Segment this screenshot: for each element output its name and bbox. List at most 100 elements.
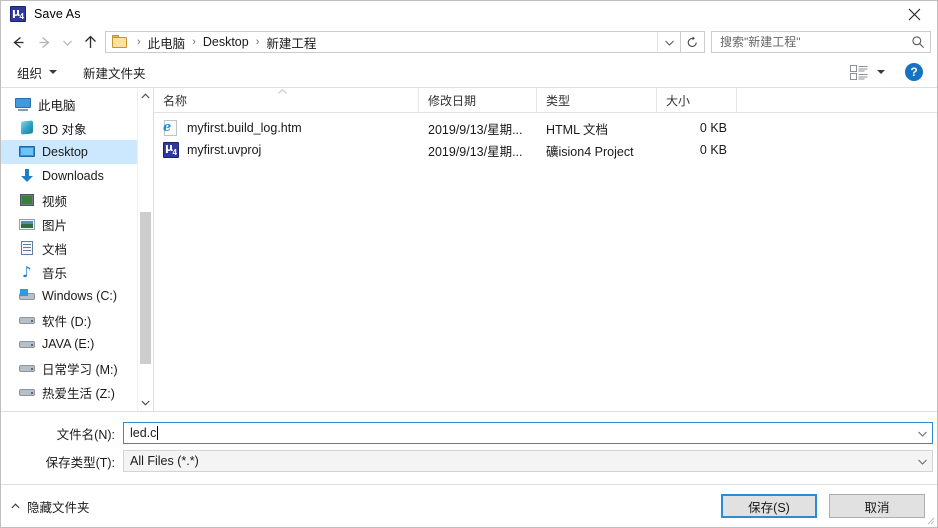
refresh-icon bbox=[687, 35, 697, 47]
pictures-icon bbox=[19, 216, 35, 232]
sort-ascending-icon bbox=[278, 89, 287, 94]
sidebar-item-4[interactable]: 视频 bbox=[1, 188, 153, 212]
new-folder-button[interactable]: 新建文件夹 bbox=[77, 60, 152, 85]
view-layout-button[interactable] bbox=[846, 63, 889, 82]
column-header-size-label: 大小 bbox=[666, 93, 691, 108]
search-box[interactable] bbox=[711, 31, 931, 53]
sidebar-item-12[interactable]: 热爱生活 (Z:) bbox=[1, 380, 153, 404]
column-header-name[interactable]: 名称 bbox=[154, 88, 419, 112]
up-arrow-icon bbox=[84, 35, 96, 48]
sidebar-item-0[interactable]: 此电脑 bbox=[1, 92, 153, 116]
file-size-cell: 0 KB bbox=[699, 121, 727, 135]
filename-input[interactable]: led.c bbox=[124, 426, 912, 440]
filetype-row: 保存类型(T): All Files (*.*) bbox=[1, 450, 937, 472]
sidebar-scrollbar[interactable] bbox=[137, 88, 153, 411]
table-row[interactable]: e myfirst.build_log.htm 2019/9/13/星期... HTM… bbox=[154, 117, 937, 139]
column-header-name-label: 名称 bbox=[163, 93, 188, 108]
desktop-icon bbox=[19, 144, 35, 160]
up-button[interactable] bbox=[77, 29, 103, 55]
list-view-icon bbox=[850, 64, 868, 80]
file-name-cell: e myfirst.build_log.htm bbox=[154, 120, 419, 136]
sidebar-item-11[interactable]: 日常学习 (M:) bbox=[1, 356, 153, 380]
sidebar-item-label: 3D 对象 bbox=[42, 122, 87, 137]
breadcrumb-item-2[interactable]: 新建工程 bbox=[264, 33, 318, 52]
column-headers: 名称 修改日期 类型 大小 bbox=[154, 88, 937, 113]
sidebar-item-label: 日常学习 (M:) bbox=[42, 362, 118, 377]
column-header-size[interactable]: 大小 bbox=[657, 88, 737, 112]
file-date-cell: 2019/9/13/星期... bbox=[428, 144, 523, 159]
drive-icon bbox=[19, 336, 35, 352]
chevron-down-icon bbox=[141, 400, 150, 406]
breadcrumb-item-0[interactable]: 此电脑 bbox=[146, 33, 188, 52]
sidebar-item-10[interactable]: JAVA (E:) bbox=[1, 332, 153, 356]
resize-grip-icon[interactable] bbox=[925, 515, 935, 525]
back-button[interactable] bbox=[5, 29, 31, 55]
dialog-content: 此电脑 3D 对象 Desktop Downloads 视频 图片文档 ♪ 音乐 Windows… bbox=[1, 88, 937, 412]
sidebar-item-7[interactable]: ♪ 音乐 bbox=[1, 260, 153, 284]
file-type-cell: HTML 文档 bbox=[546, 122, 609, 137]
cancel-button[interactable]: 取消 bbox=[829, 494, 925, 518]
filename-row: 文件名(N): led.c bbox=[1, 422, 937, 444]
drive-icon bbox=[19, 384, 35, 400]
breadcrumb-separator: › bbox=[255, 36, 260, 48]
sidebar-item-9[interactable]: 软件 (D:) bbox=[1, 308, 153, 332]
windows-drive-icon bbox=[19, 288, 35, 304]
filetype-dropdown-button[interactable] bbox=[912, 456, 932, 467]
music-icon: ♪ bbox=[22, 263, 32, 281]
filename-dropdown-button[interactable] bbox=[912, 428, 932, 439]
sidebar-item-label: Windows (C:) bbox=[42, 289, 118, 303]
file-rows: e myfirst.build_log.htm 2019/9/13/星期... HTM… bbox=[154, 113, 937, 161]
chevron-down-icon bbox=[49, 70, 58, 74]
back-arrow-icon bbox=[12, 36, 23, 48]
forward-arrow-icon bbox=[39, 36, 50, 48]
file-type-cell: 礦ision4 Project bbox=[546, 144, 634, 159]
navigation-sidebar: 此电脑 3D 对象 Desktop Downloads 视频 图片文档 ♪ 音乐 Windows… bbox=[1, 88, 153, 411]
recent-locations-button[interactable] bbox=[57, 29, 77, 55]
sidebar-item-6[interactable]: 文档 bbox=[1, 236, 153, 260]
forward-button[interactable] bbox=[31, 29, 57, 55]
sidebar-item-label: 文档 bbox=[42, 242, 68, 257]
hide-folders-button[interactable]: 隐藏文件夹 bbox=[11, 497, 90, 516]
column-header-filler bbox=[737, 88, 937, 112]
sidebar-item-3[interactable]: Downloads bbox=[1, 164, 153, 188]
chevron-down-icon bbox=[917, 431, 927, 437]
address-bar[interactable]: › 此电脑 › Desktop › 新建工程 bbox=[105, 31, 681, 53]
sidebar-item-8[interactable]: Windows (C:) bbox=[1, 284, 153, 308]
column-header-date[interactable]: 修改日期 bbox=[419, 88, 537, 112]
sidebar-item-1[interactable]: 3D 对象 bbox=[1, 116, 153, 140]
documents-icon bbox=[19, 240, 35, 256]
drive-icon bbox=[19, 360, 35, 376]
table-row[interactable]: µ 4 myfirst.uvproj 2019/9/13/星期... 礦ision4 P… bbox=[154, 139, 937, 161]
filetype-value: All Files (*.*) bbox=[130, 454, 199, 468]
filename-combobox[interactable]: led.c bbox=[123, 422, 933, 444]
close-button[interactable] bbox=[891, 1, 937, 27]
breadcrumb-item-1[interactable]: Desktop bbox=[201, 35, 251, 49]
videos-icon bbox=[19, 192, 35, 208]
search-input[interactable] bbox=[712, 35, 906, 49]
refresh-button[interactable] bbox=[681, 31, 705, 53]
organize-button[interactable]: 组织 bbox=[11, 60, 63, 85]
save-button[interactable]: 保存(S) bbox=[721, 494, 817, 518]
sidebar-item-label: 音乐 bbox=[42, 266, 68, 281]
scroll-up-button[interactable] bbox=[138, 88, 153, 104]
address-dropdown-button[interactable] bbox=[657, 32, 680, 52]
new-folder-label: 新建文件夹 bbox=[83, 66, 146, 81]
command-bar: 组织 新建文件夹 ? bbox=[1, 57, 937, 88]
scrollbar-thumb[interactable] bbox=[140, 212, 151, 364]
search-icon bbox=[906, 35, 930, 49]
save-form: 文件名(N): led.c 保存类型(T): All Files (*.*) bbox=[1, 412, 937, 484]
help-label: ? bbox=[910, 65, 918, 79]
folder-icon bbox=[112, 35, 128, 49]
help-button[interactable]: ? bbox=[905, 63, 923, 81]
file-size-cell: 0 KB bbox=[699, 143, 727, 157]
filetype-label: 保存类型(T): bbox=[45, 455, 115, 470]
sidebar-item-label: 软件 (D:) bbox=[42, 314, 92, 329]
filename-label: 文件名(N): bbox=[56, 427, 115, 442]
sidebar-item-2[interactable]: Desktop bbox=[1, 140, 153, 164]
file-list-pane: 名称 修改日期 类型 大小 e myfirst.build_log.htm 2019… bbox=[153, 88, 937, 411]
column-header-type[interactable]: 类型 bbox=[537, 88, 657, 112]
chevron-up-icon bbox=[11, 503, 20, 509]
filetype-combobox[interactable]: All Files (*.*) bbox=[123, 450, 933, 472]
scroll-down-button[interactable] bbox=[138, 395, 153, 411]
sidebar-item-5[interactable]: 图片 bbox=[1, 212, 153, 236]
